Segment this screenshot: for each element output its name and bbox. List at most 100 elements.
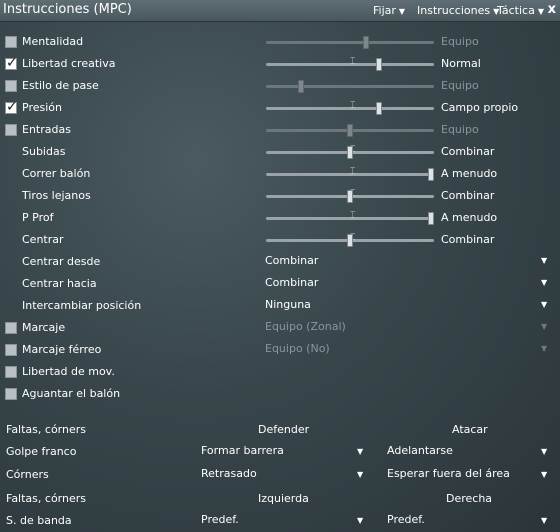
instruction-label: Subidas bbox=[22, 145, 66, 158]
instruction-row-centrar-hacia: Centrar hacia Combinar ▼ bbox=[0, 274, 560, 296]
instruction-value: A menudo bbox=[441, 167, 498, 180]
instruction-label: Presión bbox=[22, 101, 62, 114]
checkbox[interactable] bbox=[5, 388, 17, 400]
slider-thumb[interactable] bbox=[347, 234, 353, 247]
slider-thumb[interactable] bbox=[428, 212, 434, 225]
chevron-down-icon: ▼ bbox=[537, 7, 545, 16]
instruction-label: Libertad de mov. bbox=[22, 365, 115, 378]
chevron-down-icon: ▼ bbox=[541, 447, 548, 456]
instruction-value: Equipo bbox=[441, 35, 479, 48]
checkmark-icon: ✓ bbox=[6, 55, 18, 71]
checkbox[interactable]: ✓ bbox=[5, 99, 18, 115]
menu-instrucciones[interactable]: Instrucciones ▼ bbox=[417, 4, 499, 17]
slider-thumb bbox=[298, 80, 304, 93]
instruction-label: P Prof bbox=[22, 211, 54, 224]
chevron-down-icon: ▼ bbox=[541, 516, 548, 525]
slider-thumb[interactable] bbox=[376, 58, 382, 71]
chevron-down-icon: ▼ bbox=[541, 256, 548, 265]
slider-thumb bbox=[363, 36, 369, 49]
instruction-slider bbox=[266, 36, 434, 49]
instruction-label: Aguantar el balón bbox=[22, 387, 121, 400]
chevron-down-icon: ▼ bbox=[541, 470, 548, 479]
golpe-franco-label: Golpe franco bbox=[6, 445, 77, 458]
chevron-down-icon: ▼ bbox=[541, 278, 548, 287]
instruction-row-presion: ✓ Presión ⌶ Campo propio bbox=[0, 98, 560, 120]
set-pieces-title-2: Faltas, córners bbox=[6, 492, 86, 505]
instruction-slider bbox=[266, 80, 434, 93]
instruction-value: Combinar bbox=[441, 145, 495, 158]
instruction-row-estilo-de-pase: Estilo de pase Equipo bbox=[0, 76, 560, 98]
instruction-slider bbox=[266, 124, 434, 137]
dropdown-value: Equipo (Zonal) bbox=[265, 320, 346, 333]
instruction-label: Estilo de pase bbox=[22, 79, 99, 92]
menu-tactica[interactable]: Táctica ▼ bbox=[497, 4, 544, 17]
checkbox[interactable] bbox=[5, 124, 17, 136]
instruction-slider[interactable]: ⌶ bbox=[266, 145, 434, 159]
default-marker: ⌶ bbox=[350, 211, 356, 221]
instruction-value: Equipo bbox=[441, 79, 479, 92]
dropdown-value: Equipo (No) bbox=[265, 342, 330, 355]
dropdown-value: Ninguna bbox=[265, 298, 311, 311]
instruction-label: Marcaje bbox=[22, 321, 66, 334]
instruction-row-centrar-desde: Centrar desde Combinar ▼ bbox=[0, 252, 560, 274]
checkbox[interactable] bbox=[5, 80, 17, 92]
close-icon[interactable]: x bbox=[548, 2, 556, 17]
chevron-down-icon: ▼ bbox=[357, 470, 364, 479]
menu-fijar[interactable]: Fijar ▼ bbox=[373, 4, 405, 17]
instruction-label: Correr balón bbox=[22, 167, 91, 180]
default-marker: ⌶ bbox=[350, 101, 356, 111]
col-derecha-header: Derecha bbox=[446, 492, 493, 505]
checkbox[interactable] bbox=[5, 366, 17, 378]
set-pieces-title: Faltas, córners bbox=[6, 423, 86, 436]
instruction-row-marcaje: Marcaje Equipo (Zonal) ▼ bbox=[0, 318, 560, 340]
col-atacar-header: Atacar bbox=[452, 423, 488, 436]
instruction-label: Centrar desde bbox=[22, 255, 101, 268]
checkbox[interactable] bbox=[5, 322, 17, 334]
instruction-slider[interactable]: ⌶ bbox=[266, 233, 434, 247]
instruction-label: Centrar hacia bbox=[22, 277, 97, 290]
instruction-label: Mentalidad bbox=[22, 35, 84, 48]
slider-thumb[interactable] bbox=[376, 102, 382, 115]
instruction-row-subidas: Subidas ⌶ Combinar bbox=[0, 142, 560, 164]
default-marker: ⌶ bbox=[350, 57, 356, 67]
instruction-row-mentalidad: Mentalidad Equipo bbox=[0, 32, 560, 54]
instruction-row-entradas: Entradas Equipo bbox=[0, 120, 560, 142]
title-bar: Instrucciones (MPC) Fijar ▼ Instrucciones… bbox=[0, 0, 560, 22]
slider-thumb[interactable] bbox=[347, 190, 353, 203]
chevron-down-icon: ▼ bbox=[357, 516, 364, 525]
instruction-slider[interactable]: ⌶ bbox=[266, 57, 434, 71]
checkbox[interactable]: ✓ bbox=[5, 55, 18, 71]
checkbox[interactable] bbox=[5, 344, 17, 356]
corners-label: Córners bbox=[6, 468, 49, 481]
instruction-label: Libertad creativa bbox=[22, 57, 116, 70]
instruction-value: Combinar bbox=[441, 233, 495, 246]
instruction-value: Equipo bbox=[441, 123, 479, 136]
instruction-slider[interactable]: ⌶ bbox=[266, 189, 434, 203]
instruction-value: Normal bbox=[441, 57, 481, 70]
dropdown-value: Combinar bbox=[265, 276, 319, 289]
slider-thumb[interactable] bbox=[347, 146, 353, 159]
instruction-label: Centrar bbox=[22, 233, 64, 246]
instruction-slider[interactable]: ⌶ bbox=[266, 167, 434, 181]
instruction-row-tiros-lejanos: Tiros lejanos ⌶ Combinar bbox=[0, 186, 560, 208]
instruction-slider[interactable]: ⌶ bbox=[266, 101, 434, 115]
instruction-row-aguantar-el-balon: Aguantar el balón bbox=[0, 384, 560, 406]
instruction-slider[interactable]: ⌶ bbox=[266, 211, 434, 225]
chevron-down-icon: ▼ bbox=[541, 344, 548, 353]
checkbox[interactable] bbox=[5, 36, 17, 48]
slider-thumb[interactable] bbox=[428, 168, 434, 181]
instruction-value: Combinar bbox=[441, 189, 495, 202]
instruction-label: Marcaje férreo bbox=[22, 343, 102, 356]
instruction-row-correr-balon: Correr balón ⌶ A menudo bbox=[0, 164, 560, 186]
dropdown-value: Combinar bbox=[265, 254, 319, 267]
chevron-down-icon: ▼ bbox=[357, 447, 364, 456]
instruction-label: Intercambiar posición bbox=[22, 299, 142, 312]
instruction-label: Entradas bbox=[22, 123, 71, 136]
instruction-label: Tiros lejanos bbox=[22, 189, 91, 202]
checkmark-icon: ✓ bbox=[6, 99, 18, 115]
instruction-value: Campo propio bbox=[441, 101, 519, 114]
chevron-down-icon: ▼ bbox=[398, 7, 406, 16]
window-title: Instrucciones (MPC) bbox=[3, 2, 132, 17]
instruction-row-intercambiar-posicion: Intercambiar posición Ninguna ▼ bbox=[0, 296, 560, 318]
instruction-row-marcaje-ferreo: Marcaje férreo Equipo (No) ▼ bbox=[0, 340, 560, 362]
